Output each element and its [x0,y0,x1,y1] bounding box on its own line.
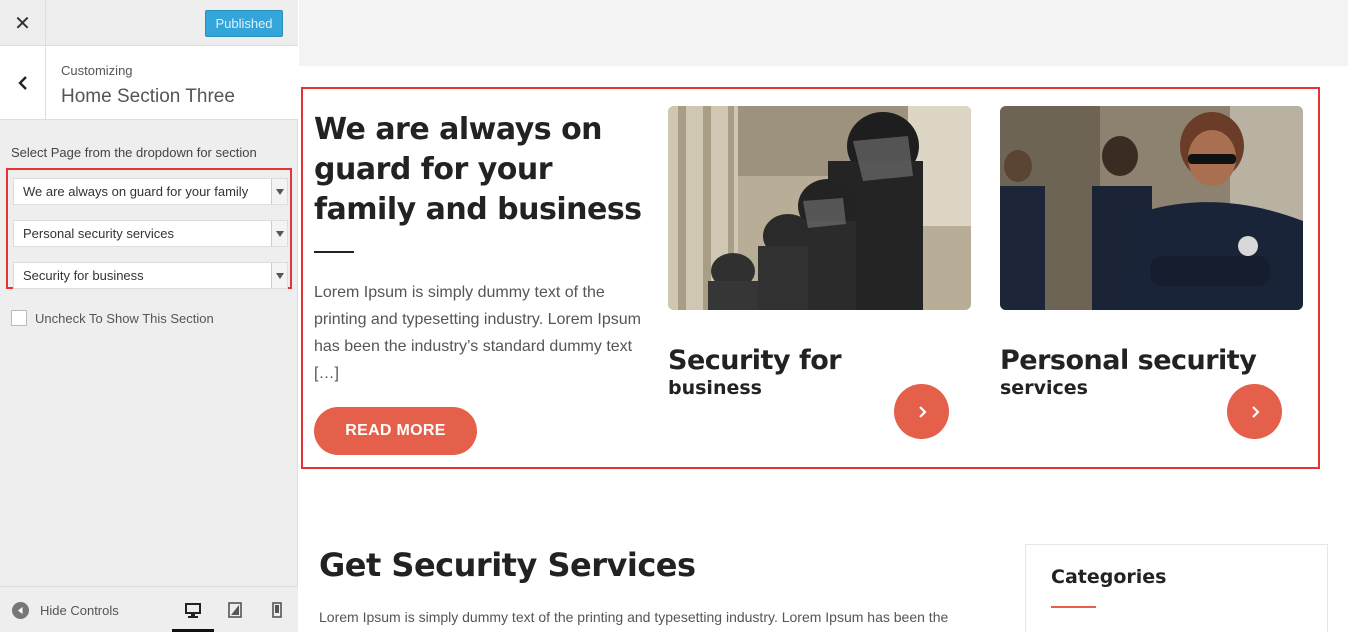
site-preview: We are always on guard for your family a… [299,0,1348,632]
desktop-icon[interactable] [184,601,202,619]
show-section-checkbox[interactable] [11,310,27,326]
services-text: Lorem Ipsum is simply dummy text of the … [319,609,949,625]
customizer-sidebar: ✕ Published Customizing Home Section Thr… [0,0,298,632]
police-officer-image[interactable] [1000,106,1303,310]
services-title: Get Security Services [319,546,696,584]
close-customizer-button[interactable]: ✕ [0,0,46,46]
chevron-right-icon [1251,405,1260,418]
card-2-title[interactable]: Personal security [1000,345,1257,376]
chevron-left-icon [17,76,27,90]
preview-top-band [299,0,1348,66]
customizer-footer: Hide Controls [0,586,298,632]
customizer-header-bar: ✕ Published [0,0,298,46]
read-more-button[interactable]: READ MORE [314,407,477,455]
card-1-subtitle: business [668,377,762,399]
chevron-down-icon [271,263,287,288]
section-header: Customizing Home Section Three [0,46,298,120]
page-select-group: We are always on guard for your family P… [6,168,292,289]
card-1-title[interactable]: Security for [668,345,842,376]
categories-widget: Categories [1025,544,1328,632]
breadcrumb: Customizing [61,63,133,78]
card-1-arrow-button[interactable] [894,384,949,439]
mobile-icon[interactable] [268,601,286,619]
page-select-2-value: Personal security services [23,226,174,241]
back-button[interactable] [0,46,46,120]
hero-text: Lorem Ipsum is simply dummy text of the … [314,284,641,382]
hero-title: We are always on guard for your family a… [314,112,642,227]
hide-controls-label: Hide Controls [40,603,119,618]
show-section-checkbox-label: Uncheck To Show This Section [35,310,214,326]
categories-divider [1051,606,1096,608]
page-select-1-value: We are always on guard for your family [23,184,249,199]
tablet-icon[interactable] [226,601,244,619]
collapse-arrow-icon [12,602,29,619]
publish-button[interactable]: Published [205,10,283,37]
chevron-down-icon [271,221,287,246]
select-page-label: Select Page from the dropdown for sectio… [11,145,257,160]
riot-police-image[interactable] [668,106,971,310]
page-select-1[interactable]: We are always on guard for your family [13,178,288,205]
hero-divider [314,251,354,253]
hide-controls-button[interactable]: Hide Controls [12,602,119,619]
card-2-arrow-button[interactable] [1227,384,1282,439]
page-select-2[interactable]: Personal security services [13,220,288,247]
categories-title: Categories [1051,566,1167,588]
chevron-right-icon [918,405,927,418]
card-2-subtitle: services [1000,377,1088,399]
page-select-3[interactable]: Security for business [13,262,288,289]
close-icon: ✕ [14,12,31,35]
show-section-toggle[interactable]: Uncheck To Show This Section [11,310,214,326]
section-title: Home Section Three [61,86,235,107]
chevron-down-icon [271,179,287,204]
page-select-3-value: Security for business [23,268,144,283]
